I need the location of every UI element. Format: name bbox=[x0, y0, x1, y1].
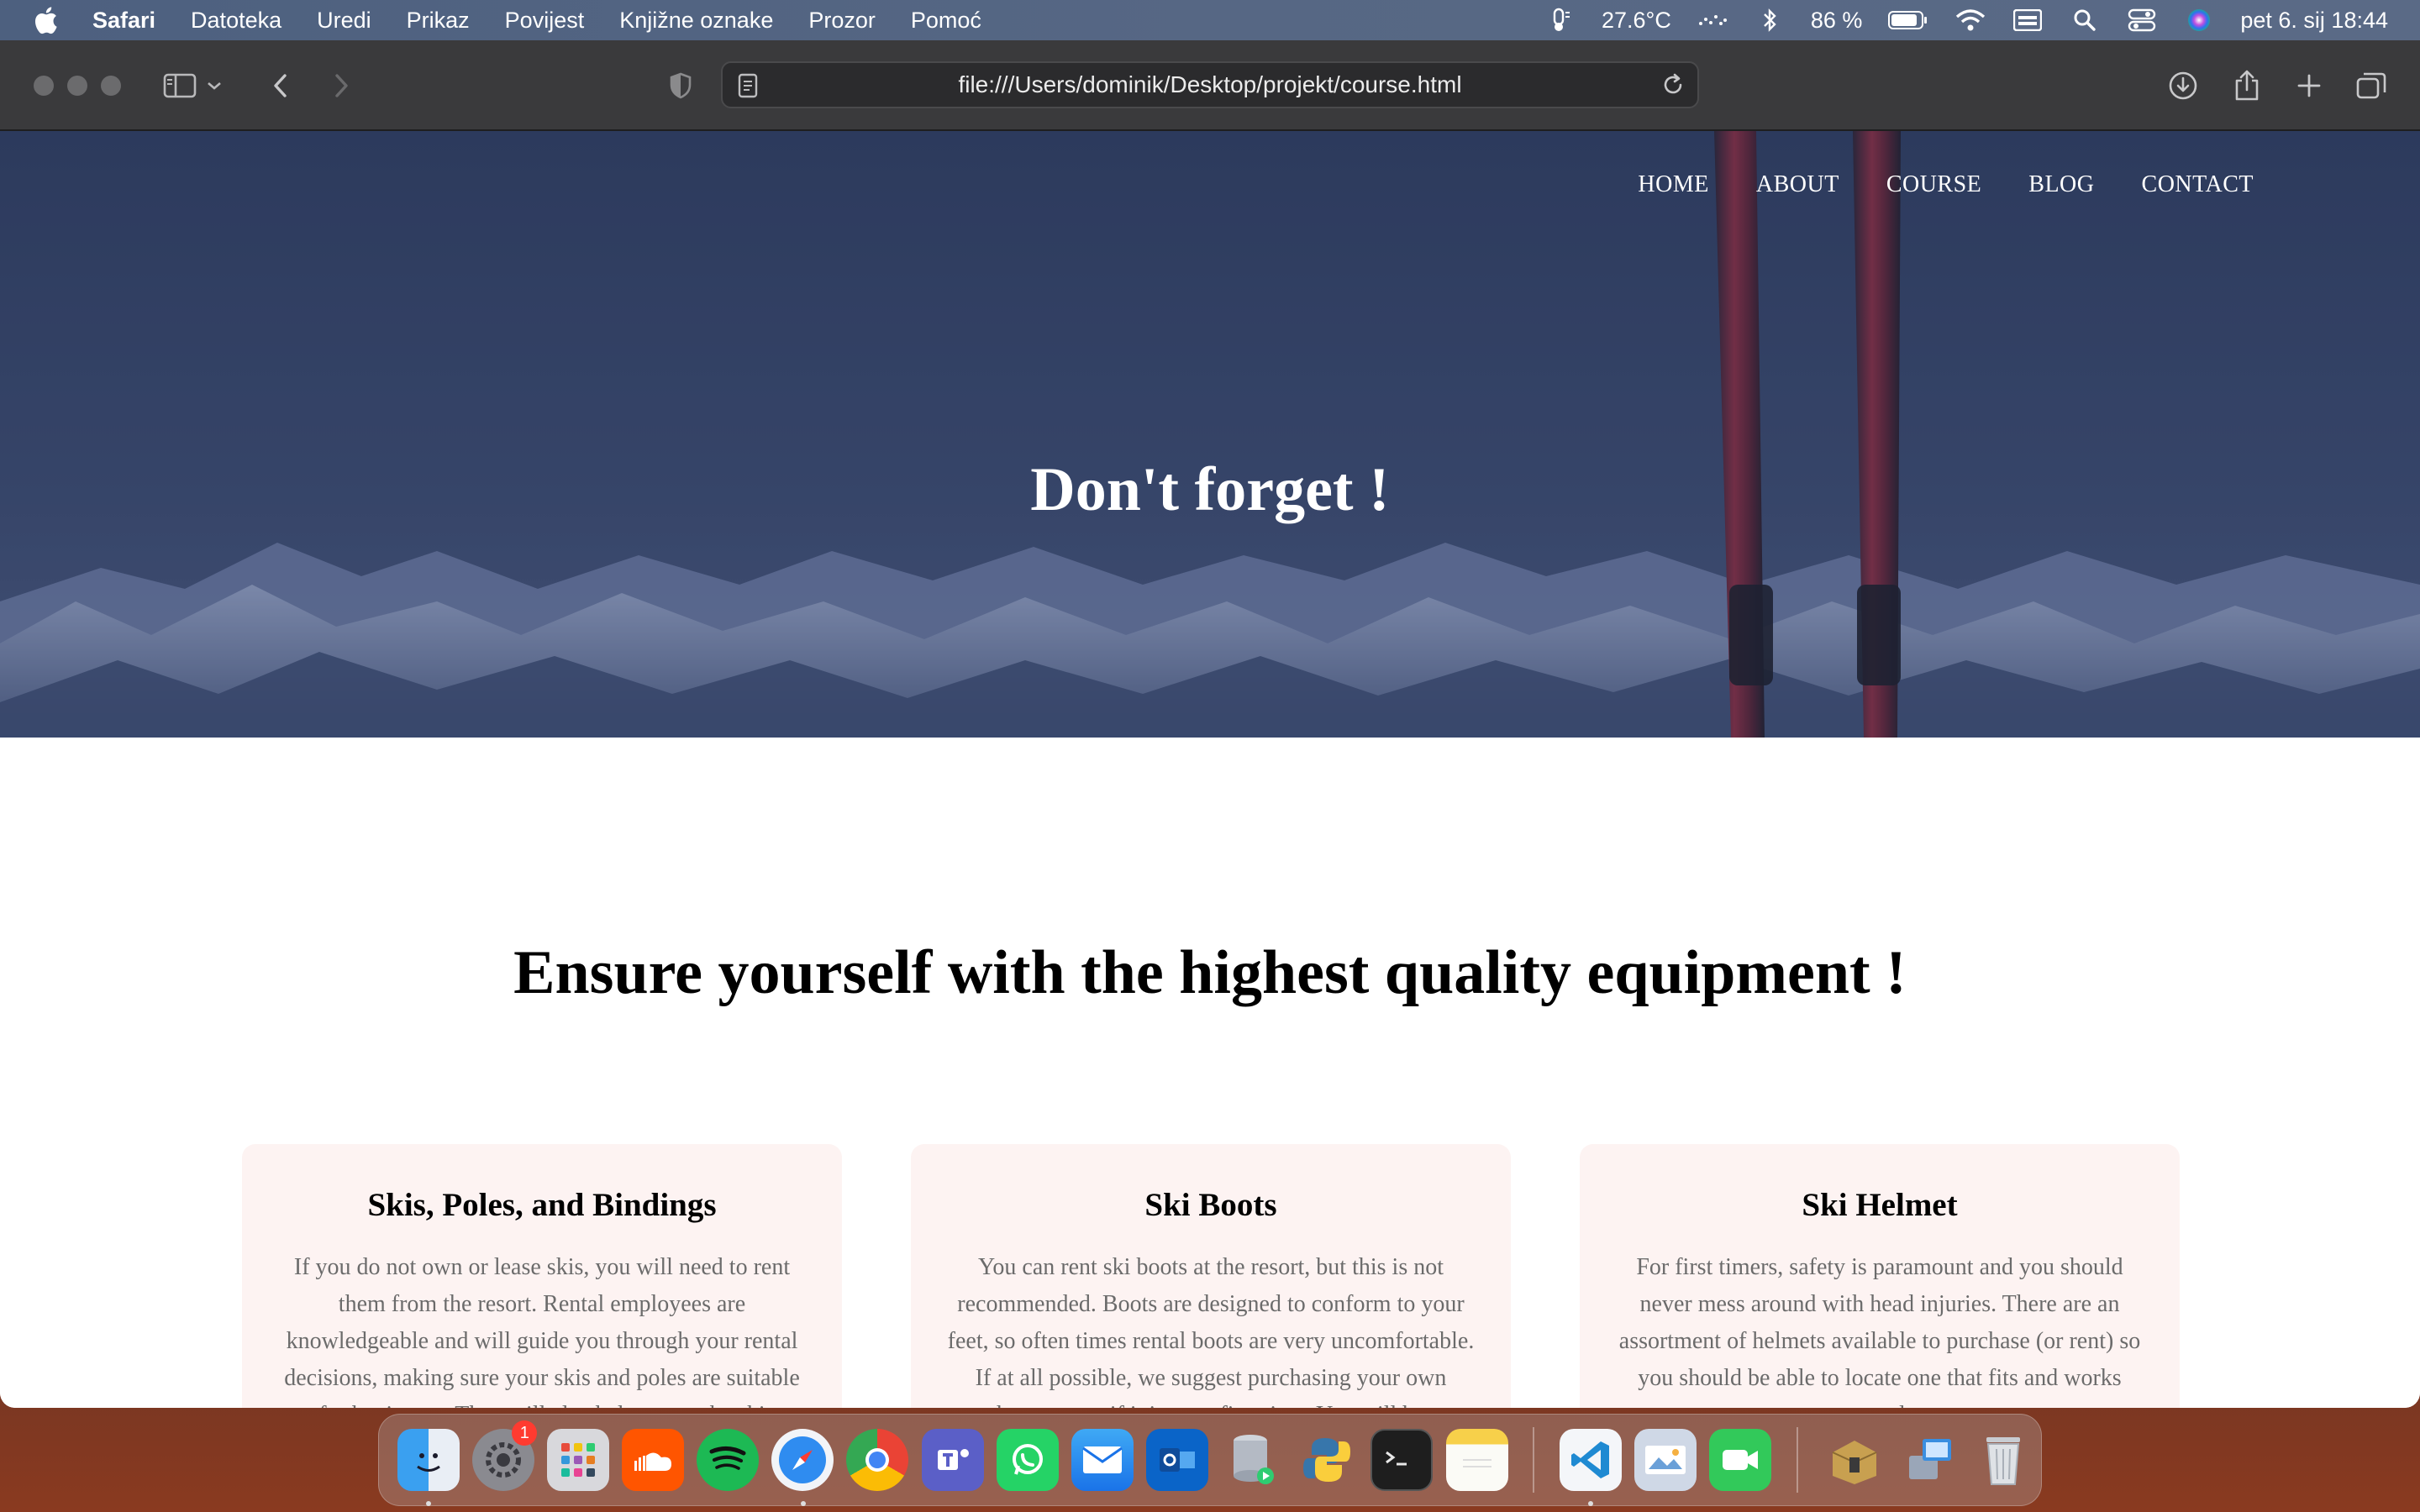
keyboard-input-icon[interactable] bbox=[2012, 8, 2044, 33]
notes-icon[interactable] bbox=[1439, 1422, 1514, 1498]
battery-percent: 86 % bbox=[1810, 7, 1863, 33]
system-settings-icon[interactable]: 1 bbox=[466, 1420, 540, 1498]
running-indicator bbox=[426, 1501, 431, 1506]
address-bar[interactable]: file:///Users/dominik/Desktop/projekt/co… bbox=[721, 61, 1699, 108]
dock: 1 bbox=[378, 1414, 2042, 1506]
menu-bar: Safari Datoteka Uredi Prikaz Povijest Kn… bbox=[0, 0, 2420, 40]
outlook-icon[interactable] bbox=[1139, 1422, 1214, 1498]
card-title: Ski Helmet bbox=[1802, 1187, 1958, 1223]
trash-icon[interactable] bbox=[1966, 1422, 2041, 1498]
share-icon[interactable] bbox=[2225, 64, 2269, 108]
nav-link-blog[interactable]: BLOG bbox=[2028, 171, 2094, 198]
card-title: Skis, Poles, and Bindings bbox=[367, 1187, 717, 1223]
python-launcher-icon[interactable] bbox=[1290, 1422, 1365, 1498]
database-icon[interactable] bbox=[1215, 1422, 1290, 1498]
hero-banner: HOME ABOUT COURSE BLOG CONTACT Don't for… bbox=[0, 131, 2420, 738]
chevron-down-icon[interactable] bbox=[202, 64, 227, 108]
sidebar-toggle-icon[interactable] bbox=[158, 64, 202, 108]
facetime-icon[interactable] bbox=[1702, 1422, 1777, 1498]
nav-link-home[interactable]: HOME bbox=[1638, 171, 1708, 198]
menu-item-povijest[interactable]: Povijest bbox=[505, 8, 585, 34]
control-center-icon[interactable] bbox=[2126, 8, 2158, 33]
activity-icon[interactable] bbox=[1697, 8, 1728, 33]
zoom-window-button[interactable] bbox=[101, 76, 121, 96]
mail-icon[interactable] bbox=[1065, 1422, 1139, 1498]
wifi-icon[interactable] bbox=[1954, 8, 1986, 33]
close-window-button[interactable] bbox=[34, 76, 54, 96]
menu-app-name[interactable]: Safari bbox=[92, 8, 155, 34]
site-nav: HOME ABOUT COURSE BLOG CONTACT bbox=[1638, 171, 2254, 198]
notification-badge: 1 bbox=[512, 1420, 538, 1446]
card-ski-boots: Ski Boots You can rent ski boots at the … bbox=[911, 1144, 1511, 1408]
web-page: HOME ABOUT COURSE BLOG CONTACT Don't for… bbox=[0, 131, 2420, 1408]
back-button[interactable] bbox=[259, 64, 302, 108]
teams-icon[interactable] bbox=[915, 1422, 990, 1498]
card-skis: Skis, Poles, and Bindings If you do not … bbox=[242, 1144, 842, 1408]
preview-icon[interactable] bbox=[1628, 1422, 1702, 1498]
terminal-icon[interactable] bbox=[1365, 1422, 1439, 1498]
nav-link-contact[interactable]: CONTACT bbox=[2142, 171, 2254, 198]
whatsapp-icon[interactable] bbox=[990, 1422, 1065, 1498]
safari-window: file:///Users/dominik/Desktop/projekt/co… bbox=[0, 40, 2420, 1408]
privacy-shield-icon[interactable] bbox=[659, 64, 702, 108]
card-ski-helmet: Ski Helmet For first timers, safety is p… bbox=[1580, 1144, 2180, 1408]
dock-separator bbox=[1796, 1427, 1798, 1493]
downloads-stack-icon[interactable] bbox=[1891, 1422, 1966, 1498]
page-icon bbox=[738, 73, 758, 104]
running-indicator bbox=[1588, 1501, 1594, 1506]
mountain-skis-image bbox=[0, 131, 2420, 738]
url-text: file:///Users/dominik/Desktop/projekt/co… bbox=[958, 71, 1462, 97]
downloads-icon[interactable] bbox=[2161, 64, 2205, 108]
menu-item-knjizne-oznake[interactable]: Knjižne oznake bbox=[619, 8, 773, 34]
browser-toolbar: file:///Users/dominik/Desktop/projekt/co… bbox=[0, 40, 2420, 131]
spotlight-search-icon[interactable] bbox=[2069, 8, 2101, 33]
forward-button[interactable] bbox=[319, 64, 363, 108]
card-text: If you do not own or lease skis, you wil… bbox=[284, 1254, 800, 1408]
menu-item-uredi[interactable]: Uredi bbox=[317, 8, 371, 34]
launchpad-icon[interactable] bbox=[540, 1422, 615, 1498]
thermometer-icon[interactable] bbox=[1544, 8, 1576, 33]
menu-item-prozor[interactable]: Prozor bbox=[808, 8, 876, 34]
vscode-icon[interactable] bbox=[1553, 1422, 1628, 1506]
tab-overview-icon[interactable] bbox=[2349, 64, 2393, 108]
apple-menu-icon[interactable] bbox=[29, 3, 62, 37]
running-indicator bbox=[800, 1501, 806, 1506]
siri-icon[interactable] bbox=[2183, 8, 2215, 33]
minimize-window-button[interactable] bbox=[67, 76, 87, 96]
window-controls bbox=[34, 76, 121, 96]
menu-item-pomoc[interactable]: Pomoć bbox=[911, 8, 981, 34]
nav-link-course[interactable]: COURSE bbox=[1886, 171, 1981, 198]
new-tab-icon[interactable] bbox=[2287, 64, 2331, 108]
hero-title: Don't forget ! bbox=[1030, 455, 1390, 524]
nav-link-about[interactable]: ABOUT bbox=[1756, 171, 1839, 198]
menu-item-datoteka[interactable]: Datoteka bbox=[191, 8, 281, 34]
battery-icon[interactable] bbox=[1887, 8, 1929, 33]
finder-icon[interactable] bbox=[391, 1422, 466, 1506]
spotify-icon[interactable] bbox=[691, 1422, 765, 1498]
reload-icon[interactable] bbox=[1660, 72, 1686, 103]
card-text: For first timers, safety is paramount an… bbox=[1618, 1254, 2141, 1408]
soundcloud-icon[interactable] bbox=[615, 1422, 690, 1498]
menu-item-prikaz[interactable]: Prikaz bbox=[407, 8, 470, 34]
temperature-text: 27.6°C bbox=[1601, 7, 1671, 33]
equipment-cards: Skis, Poles, and Bindings If you do not … bbox=[242, 1144, 2180, 1408]
safari-icon[interactable] bbox=[765, 1422, 840, 1506]
date-time[interactable]: pet 6. sij 18:44 bbox=[2240, 8, 2388, 34]
chrome-icon[interactable] bbox=[840, 1422, 915, 1498]
section-title: Ensure yourself with the highest quality… bbox=[513, 938, 1907, 1007]
dock-separator bbox=[1533, 1427, 1535, 1493]
card-text: You can rent ski boots at the resort, bu… bbox=[947, 1254, 1475, 1408]
archive-utility-icon[interactable] bbox=[1817, 1422, 1891, 1498]
card-title: Ski Boots bbox=[1144, 1187, 1277, 1223]
bluetooth-icon[interactable] bbox=[1754, 8, 1786, 33]
